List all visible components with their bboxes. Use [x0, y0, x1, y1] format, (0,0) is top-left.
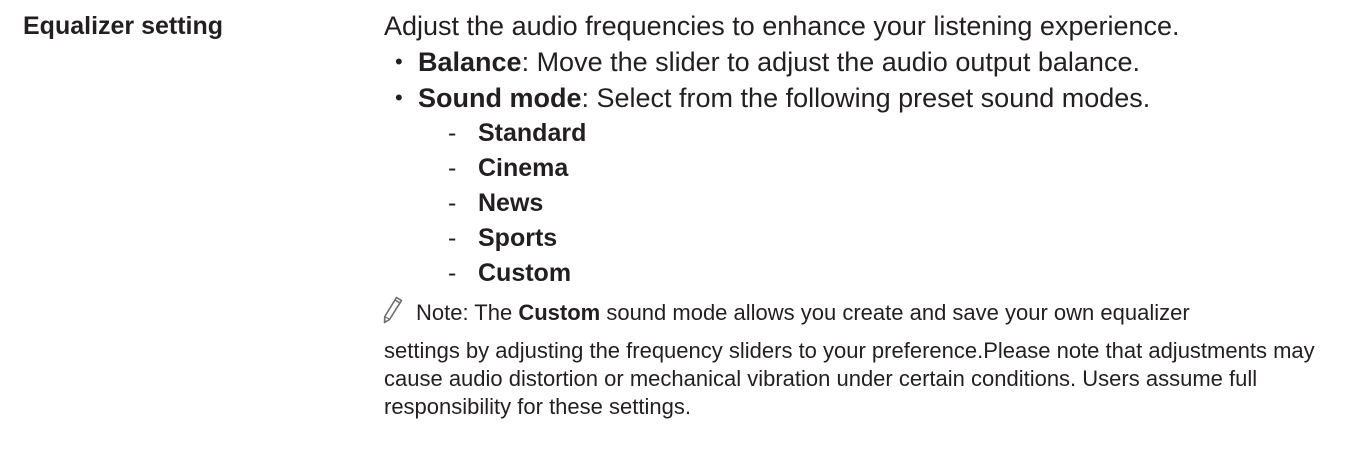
sound-mode-label: News — [478, 189, 544, 217]
option-balance: • Balance: Move the slider to adjust the … — [384, 44, 1344, 80]
option-sound-mode: • Sound mode: Select from the following p… — [384, 80, 1344, 116]
setting-description: Adjust the audio frequencies to enhance … — [383, 8, 1346, 421]
option-text: : Move the slider to adjust the audio ou… — [521, 47, 1140, 77]
sound-mode-item: - Standard — [384, 116, 1344, 151]
sound-mode-item: - Cinema — [384, 151, 1344, 186]
sound-mode-label: Custom — [478, 259, 572, 287]
dash-icon: - — [448, 259, 457, 287]
sound-mode-item: - Sports — [384, 221, 1344, 256]
dash-icon: - — [448, 119, 457, 147]
setting-name: Equalizer setting — [23, 12, 224, 40]
sound-mode-item: - News — [384, 186, 1344, 221]
sound-mode-item: - Custom — [384, 256, 1344, 291]
dash-icon: - — [448, 189, 457, 217]
sound-mode-label: Sports — [478, 224, 558, 252]
pencil-icon — [383, 296, 403, 324]
note-block: Note: The Custom sound mode allows you c… — [383, 296, 1346, 421]
note-first-line: Note: The Custom sound mode allows you c… — [416, 297, 1346, 329]
note-line1-rest: sound mode allows you create and save yo… — [600, 300, 1190, 325]
option-term: Balance — [418, 47, 522, 77]
note-prefix: Note: The — [416, 300, 519, 325]
option-term: Sound mode — [418, 83, 582, 113]
dash-icon: - — [448, 224, 457, 252]
sound-mode-label: Standard — [478, 119, 587, 147]
dash-icon: - — [448, 154, 457, 182]
setting-options-list: • Balance: Move the slider to adjust the … — [384, 44, 1344, 116]
note-term: Custom — [518, 300, 601, 325]
setting-intro: Adjust the audio frequencies to enhance … — [384, 11, 1180, 41]
option-text: : Select from the following preset sound… — [581, 83, 1151, 113]
bullet-icon: • — [395, 49, 403, 74]
sound-mode-label: Cinema — [478, 154, 569, 182]
sound-mode-list: - Standard - Cinema - News - Sports - Custom — [384, 116, 1344, 291]
equalizer-setting-row: Equalizer setting Adjust the audio frequ… — [0, 0, 1362, 466]
bullet-icon: • — [395, 85, 403, 110]
note-body: settings by adjusting the frequency slid… — [384, 338, 1315, 419]
